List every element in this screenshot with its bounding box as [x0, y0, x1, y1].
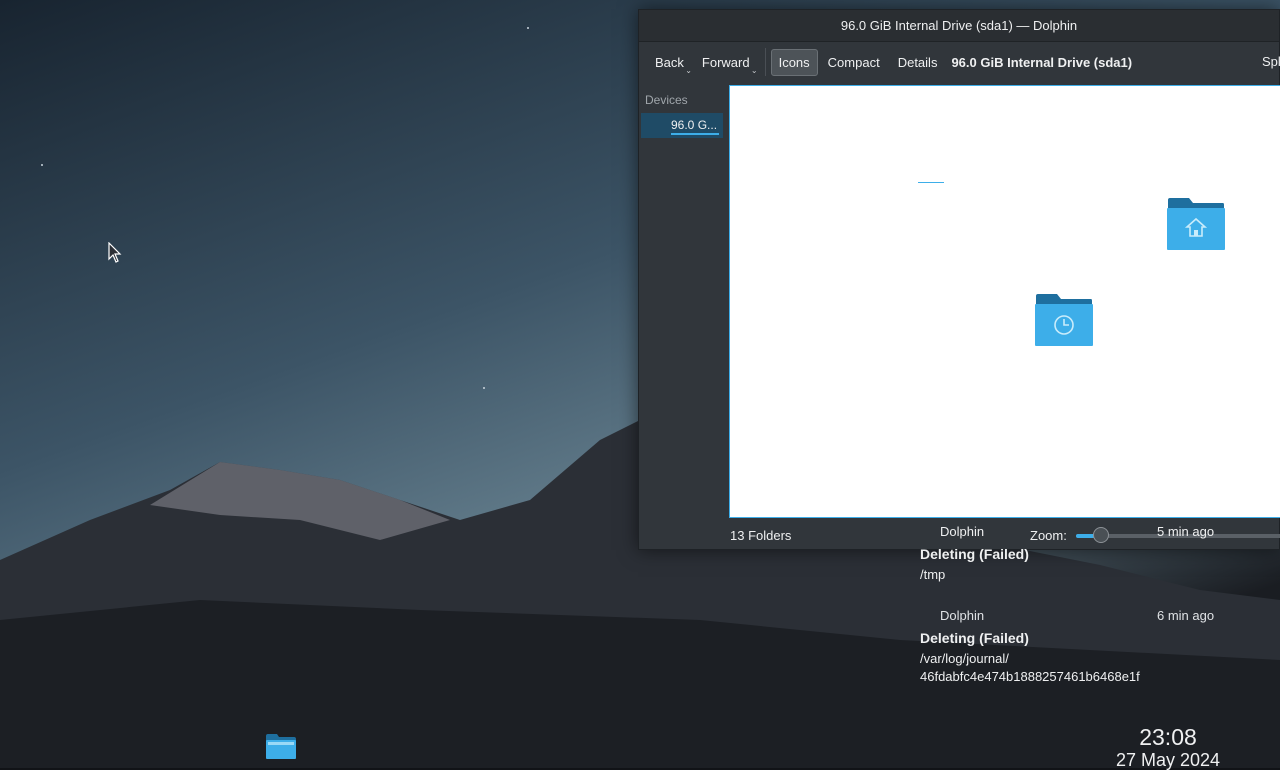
dolphin-window: 96.0 GiB Internal Drive (sda1) — Dolphin… — [638, 9, 1280, 550]
notification[interactable]: Dolphin 6 min ago Deleting (Failed) /var… — [920, 608, 1240, 698]
compact-view-button[interactable]: Compact — [820, 49, 888, 76]
window-titlebar[interactable]: 96.0 GiB Internal Drive (sda1) — Dolphin — [639, 10, 1279, 42]
breadcrumb[interactable]: 96.0 GiB Internal Drive (sda1) — [951, 55, 1132, 70]
back-label: Back — [655, 54, 684, 70]
places-sidebar: Devices 96.0 G... — [639, 86, 727, 516]
folder-home-icon[interactable] — [1167, 198, 1225, 250]
folder-recent-icon[interactable] — [1035, 294, 1093, 346]
forward-button[interactable]: Forward ⌄ — [694, 49, 758, 76]
sidebar-item-internal-drive[interactable]: 96.0 G... — [641, 113, 723, 138]
toolbar: Back ⌄ Forward ⌄ Icons Compact Details 9… — [639, 42, 1280, 82]
clock-time: 23:08 — [1139, 724, 1197, 750]
sidebar-item-label: 96.0 G... — [671, 118, 718, 132]
chevron-down-icon: ⌄ — [685, 65, 692, 75]
clock-date: 27 May 2024 — [1115, 750, 1221, 770]
forward-label: Forward — [701, 54, 750, 70]
digital-clock[interactable]: 23:08 27 May 2024 — [1100, 724, 1236, 770]
details-view-button[interactable]: Details — [890, 49, 946, 76]
folder-count: 13 Folders — [730, 528, 792, 543]
sidebar-section-devices: Devices — [645, 93, 688, 107]
mouse-cursor-icon — [108, 242, 122, 263]
rubberband-selection — [918, 182, 944, 183]
notification[interactable]: Dolphin 5 min ago Deleting (Failed) /tmp — [920, 524, 1240, 594]
notification-body: /var/log/journal/ 46fdabfc4e474b18882574… — [920, 651, 1140, 684]
notification-app-name: Dolphin — [940, 608, 985, 623]
toolbar-separator — [764, 48, 766, 76]
dolphin-icon[interactable] — [266, 733, 296, 759]
chevron-down-icon: ⌄ — [750, 65, 758, 75]
file-view[interactable] — [729, 85, 1280, 518]
notification-body: /tmp — [920, 567, 946, 582]
icons-view-button[interactable]: Icons — [770, 48, 818, 76]
notification-time: 6 min ago — [1157, 608, 1215, 623]
notification-title: Deleting (Failed) — [920, 630, 1029, 646]
notification-time: 5 min ago — [1157, 524, 1215, 539]
window-title: 96.0 GiB Internal Drive (sda1) — Dolphin — [840, 18, 1078, 33]
back-button[interactable]: Back ⌄ — [647, 49, 692, 76]
drive-capacity-bar — [671, 133, 719, 135]
notification-title: Deleting (Failed) — [920, 546, 1029, 562]
split-button[interactable]: Spl — [1262, 54, 1280, 69]
notification-app-name: Dolphin — [940, 524, 985, 539]
